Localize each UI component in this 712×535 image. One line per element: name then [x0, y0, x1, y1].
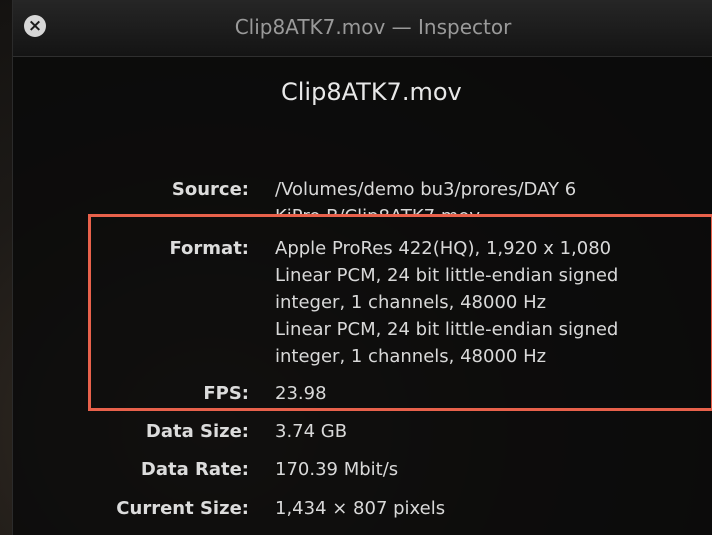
close-icon[interactable]: ×	[24, 15, 46, 37]
data-rate-label: Data Rate:	[140, 459, 249, 480]
data-rate-value: 170.39 Mbit/s	[275, 459, 399, 480]
format-line-4: Linear PCM, 24 bit little-endian signed	[275, 319, 619, 340]
format-line-5: integer, 1 channels, 48000 Hz	[275, 346, 547, 367]
source-label: Source:	[171, 179, 249, 200]
source-line-1: /Volumes/demo bu3/prores/DAY 6	[275, 179, 577, 200]
data-size-value: 3.74 GB	[275, 421, 348, 442]
format-line-1: Apple ProRes 422(HQ), 1,920 x 1,080	[275, 238, 612, 259]
source-line-2: KiPro B/Clip8ATK7.mov	[275, 203, 576, 216]
current-size-value: 1,434 × 807 pixels	[275, 498, 446, 519]
source-value[interactable]: /Volumes/demo bu3/prores/DAY 6 KiPro B/C…	[275, 176, 576, 216]
title-bar[interactable]: × Clip8ATK7.mov — Inspector	[13, 0, 712, 57]
fps-value: 23.98	[275, 383, 327, 404]
format-line-3: integer, 1 channels, 48000 Hz	[275, 292, 547, 313]
format-label: Format:	[169, 238, 249, 259]
data-size-label: Data Size:	[145, 421, 249, 442]
format-value: Apple ProRes 422(HQ), 1,920 x 1,080 Line…	[275, 235, 618, 370]
window-title: Clip8ATK7.mov — Inspector	[234, 15, 512, 39]
inspector-window: × Clip8ATK7.mov — Inspector Clip8ATK7.mo…	[12, 0, 712, 535]
format-line-2: Linear PCM, 24 bit little-endian signed	[275, 265, 619, 286]
fps-label: FPS:	[203, 383, 249, 404]
file-name-heading: Clip8ATK7.mov	[281, 78, 462, 106]
current-size-label: Current Size:	[116, 498, 249, 519]
